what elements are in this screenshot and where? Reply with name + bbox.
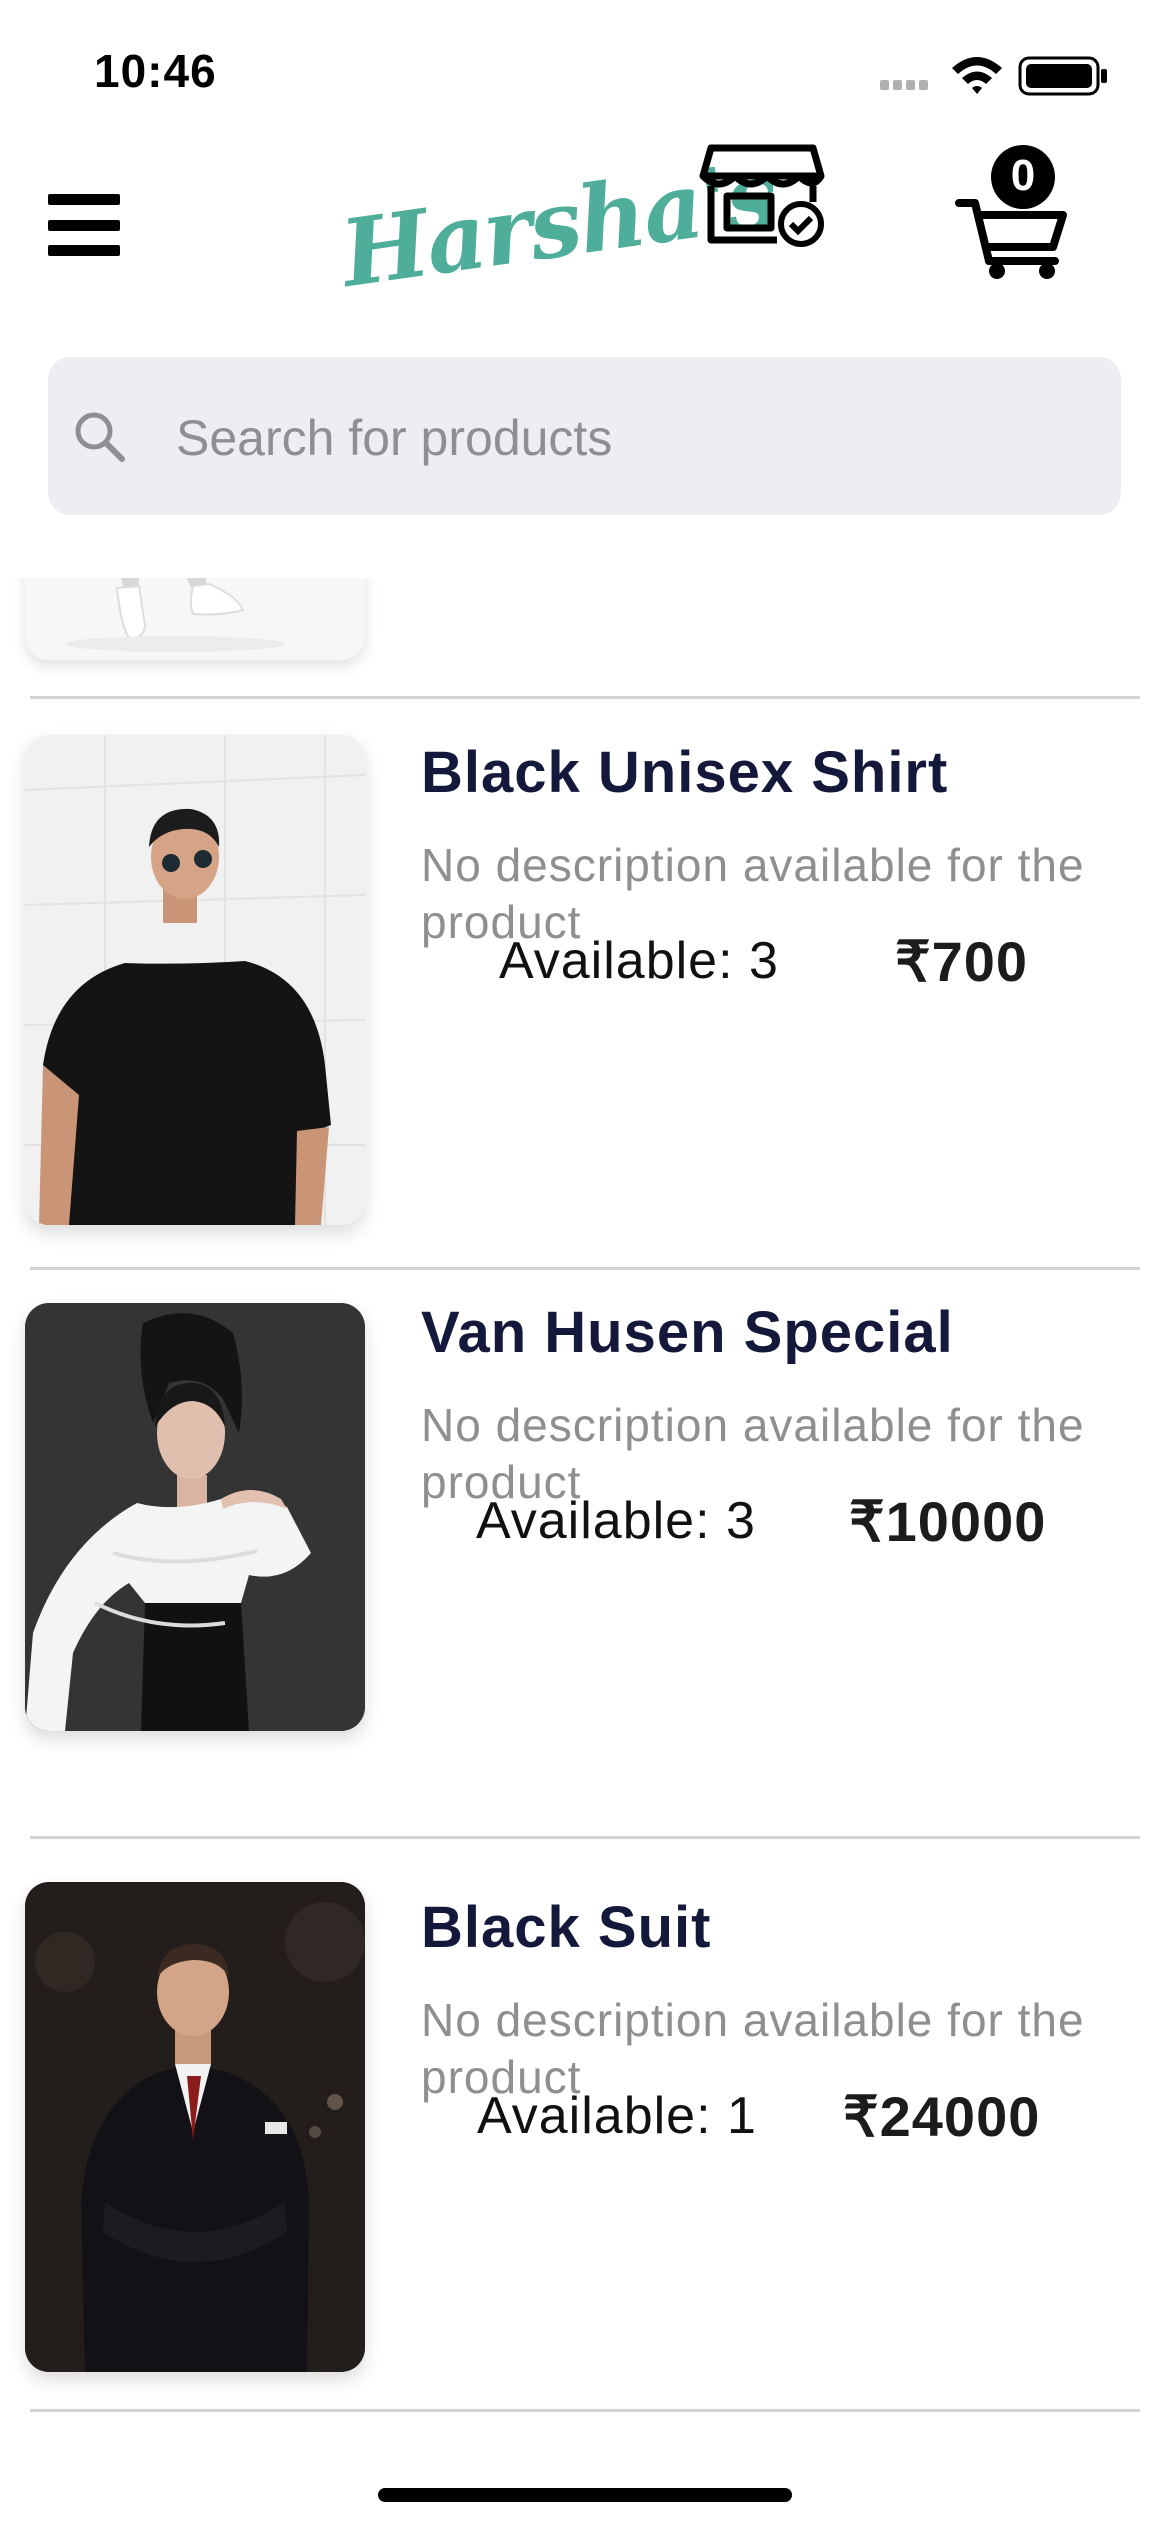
home-indicator[interactable] xyxy=(378,2488,792,2502)
hamburger-menu-icon[interactable] xyxy=(48,194,120,256)
search-bar[interactable] xyxy=(48,357,1121,515)
list-divider xyxy=(30,2409,1140,2412)
list-divider xyxy=(30,1267,1140,1270)
status-time: 10:46 xyxy=(94,45,217,97)
product-price: ₹10000 xyxy=(849,1490,1047,1553)
cellular-signal-icon xyxy=(880,80,928,90)
cart-count-badge: 0 xyxy=(991,145,1055,209)
product-price: ₹700 xyxy=(895,930,1029,993)
app-header: Harsha's 0 xyxy=(0,130,1170,350)
product-title[interactable]: Black Suit xyxy=(421,1894,711,1961)
product-availability: Available: 1 xyxy=(477,2087,757,2145)
list-item[interactable]: Black Suit No description available for … xyxy=(0,1882,1170,2442)
search-input[interactable] xyxy=(174,387,1078,489)
battery-icon xyxy=(1018,56,1107,96)
product-availability: Available: 3 xyxy=(499,932,779,990)
cart-button[interactable]: 0 xyxy=(955,145,1075,280)
wifi-icon xyxy=(952,57,1002,94)
list-item[interactable]: Van Husen Special No description availab… xyxy=(0,1300,1170,1863)
product-title[interactable]: Van Husen Special xyxy=(421,1299,954,1366)
product-image[interactable] xyxy=(25,735,365,1225)
product-availability: Available: 3 xyxy=(476,1492,756,1550)
store-verified-icon xyxy=(699,144,825,247)
search-icon xyxy=(75,412,125,462)
product-title[interactable]: Black Unisex Shirt xyxy=(421,739,948,806)
product-image[interactable] xyxy=(25,1882,365,2372)
list-item[interactable]: Black Unisex Shirt No description availa… xyxy=(0,735,1170,1295)
product-image[interactable] xyxy=(25,578,365,660)
product-image[interactable] xyxy=(25,1303,365,1731)
status-icons xyxy=(880,52,1110,98)
app-logo: Harsha's xyxy=(335,140,845,340)
list-divider xyxy=(30,1836,1140,1839)
product-list[interactable]: Black Unisex Shirt No description availa… xyxy=(0,578,1170,2468)
product-price: ₹24000 xyxy=(843,2085,1041,2148)
list-divider xyxy=(30,696,1140,699)
status-bar: 10:46 xyxy=(0,0,1170,130)
